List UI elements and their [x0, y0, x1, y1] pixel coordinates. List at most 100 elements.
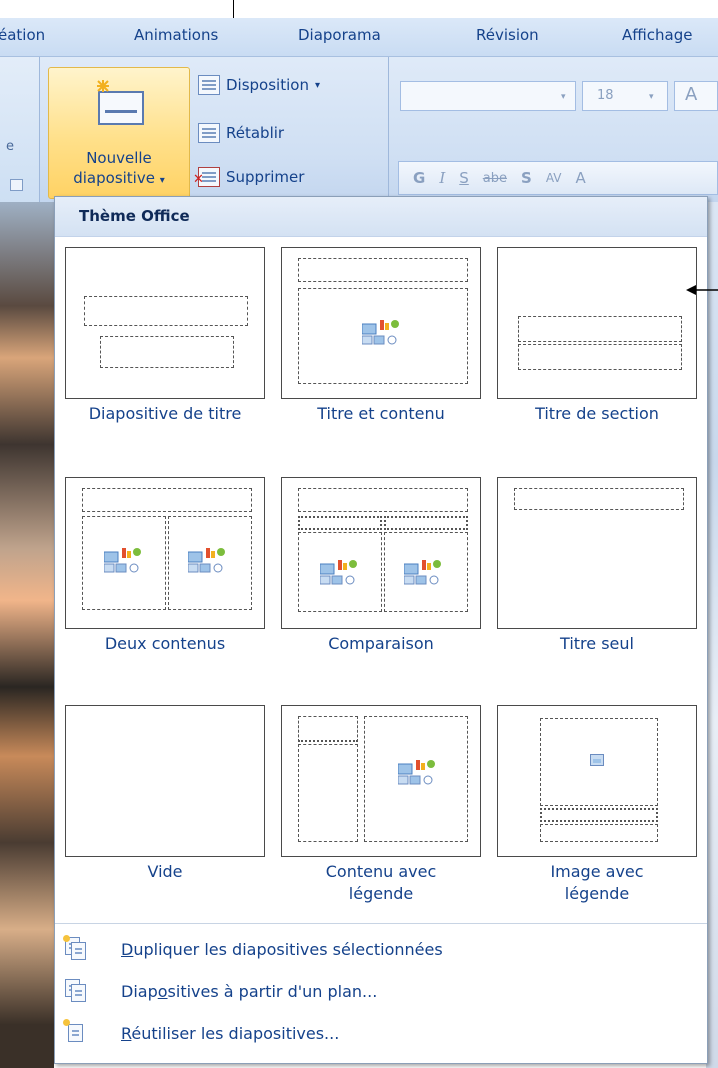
layout-picture-caption[interactable]	[497, 705, 697, 857]
layout-label: Comparaison	[328, 634, 434, 653]
layout-label-line1: Image avec	[550, 862, 644, 881]
title-placeholder	[84, 296, 248, 326]
annotation-arrow-icon	[686, 285, 718, 295]
char-spacing-button[interactable]: AV	[546, 171, 562, 185]
text-placeholder	[540, 824, 658, 842]
chevron-down-icon: ▾	[649, 92, 654, 102]
content-icons-icon	[404, 560, 441, 585]
layout-label: Titre et contenu	[317, 404, 445, 423]
text-placeholder	[298, 744, 358, 842]
grow-font-button[interactable]: A	[674, 81, 718, 111]
disposition-button[interactable]: Disposition ▾	[198, 71, 320, 99]
italic-button[interactable]: I	[439, 169, 445, 187]
slides-from-outline-menu-item[interactable]: Diapositives à partir d'un plan...	[65, 971, 685, 1011]
layout-title-content[interactable]	[281, 247, 481, 399]
gallery-header: Thème Office	[55, 197, 707, 237]
layout-icon	[198, 75, 220, 95]
background-slide-thumbnail	[0, 202, 54, 1068]
gallery-title: Thème Office	[79, 207, 190, 225]
content-icons-icon	[188, 548, 225, 573]
tab-diaporama[interactable]: Diaporama	[298, 26, 381, 44]
layout-label-line2: légende	[564, 884, 630, 903]
ribbon-tab-bar: éation Animations Diaporama Révision Aff…	[0, 18, 718, 56]
heading-left-placeholder	[298, 516, 382, 530]
group-label-fragment: e	[6, 139, 14, 154]
underline-button[interactable]: S	[459, 169, 469, 187]
title-placeholder	[514, 488, 684, 510]
title-placeholder	[298, 716, 358, 742]
layout-content-caption[interactable]	[281, 705, 481, 857]
layout-label: Titre de section	[535, 404, 659, 423]
reset-button[interactable]: Rétablir	[198, 119, 284, 147]
dialog-launcher-icon[interactable]	[10, 179, 23, 191]
delete-label: Supprimer	[226, 168, 305, 186]
menu-item-label: Réutiliser les diapositives...	[121, 1023, 340, 1043]
strikethrough-button[interactable]: abe	[483, 171, 507, 186]
new-slide-icon	[97, 80, 144, 125]
content-icons-icon	[320, 560, 357, 585]
title-placeholder	[540, 808, 658, 822]
new-slide-label-line1: Nouvelle	[86, 149, 152, 167]
delete-icon	[193, 167, 220, 187]
shadow-button[interactable]: S	[521, 169, 532, 187]
slides-from-outline-icon	[65, 979, 87, 1003]
font-size-combobox[interactable]: 18 ▾	[582, 81, 668, 111]
layout-label: Diapositive de titre	[88, 404, 242, 423]
clipboard-group-edge: e	[0, 57, 40, 203]
layout-label-line1: Contenu avec	[325, 862, 437, 881]
tab-creation[interactable]: éation	[0, 26, 45, 44]
disposition-label: Disposition	[226, 76, 309, 94]
chevron-down-icon: ▾	[561, 92, 566, 102]
reset-label: Rétablir	[226, 124, 285, 142]
ribbon: e Nouvelle diapositive ▾ Disposition ▾ R…	[0, 56, 718, 203]
duplicate-slides-icon	[63, 935, 87, 961]
layout-title-slide[interactable]	[65, 247, 265, 399]
layout-label: Deux contenus	[104, 634, 226, 653]
layout-blank[interactable]	[65, 705, 265, 857]
content-icons-icon	[362, 320, 399, 345]
chevron-down-icon: ▾	[314, 79, 320, 91]
title-placeholder	[298, 258, 468, 282]
format-toolbar: G I S abe S AV A	[398, 161, 718, 195]
reuse-slides-menu-item[interactable]: Réutiliser les diapositives...	[63, 1013, 685, 1053]
picture-icon	[590, 754, 604, 766]
font-name-combobox[interactable]: ▾	[400, 81, 576, 111]
content-icons-icon	[104, 548, 141, 573]
new-slide-button[interactable]: Nouvelle diapositive ▾	[48, 67, 190, 199]
menu-item-label: Diapositives à partir d'un plan...	[121, 981, 378, 1001]
bold-button[interactable]: G	[413, 169, 425, 187]
layout-title-only[interactable]	[497, 477, 697, 629]
change-case-button[interactable]: A	[575, 169, 585, 187]
duplicate-slides-menu-item[interactable]: Dupliquer les diapositives sélectionnées	[63, 929, 685, 969]
layout-comparison[interactable]	[281, 477, 481, 629]
subtitle-placeholder	[100, 336, 234, 368]
layout-label: Contenu avec légende	[273, 861, 489, 905]
new-slide-label-line2: diapositive	[73, 169, 155, 187]
menu-separator	[55, 923, 707, 924]
content-icons-icon	[398, 760, 435, 785]
title-placeholder	[82, 488, 252, 512]
grow-font-icon: A	[685, 84, 698, 105]
reuse-slides-icon	[63, 1019, 87, 1045]
text-placeholder	[518, 344, 682, 370]
reset-icon	[198, 123, 220, 143]
delete-slide-button[interactable]: Supprimer	[193, 163, 305, 191]
title-placeholder	[518, 316, 682, 342]
layout-label-line2: légende	[348, 884, 414, 903]
font-size-value: 18	[597, 88, 614, 103]
heading-right-placeholder	[384, 516, 468, 530]
layout-label: Image avec légende	[489, 861, 705, 905]
tab-affichage[interactable]: Affichage	[622, 26, 692, 44]
layout-section-header[interactable]	[497, 247, 697, 399]
layout-label: Vide	[147, 862, 183, 881]
chevron-down-icon: ▾	[159, 175, 165, 186]
menu-item-label: Dupliquer les diapositives sélectionnées	[121, 939, 443, 959]
group-separator	[388, 57, 389, 203]
layout-gallery: Thème Office Diapositive de titre Titre …	[54, 196, 708, 1064]
title-placeholder	[298, 488, 468, 512]
tab-animations[interactable]: Animations	[134, 26, 218, 44]
new-slide-label: Nouvelle diapositive ▾	[49, 148, 189, 191]
layout-label: Titre seul	[560, 634, 634, 653]
tab-revision[interactable]: Révision	[476, 26, 539, 44]
layout-two-content[interactable]	[65, 477, 265, 629]
